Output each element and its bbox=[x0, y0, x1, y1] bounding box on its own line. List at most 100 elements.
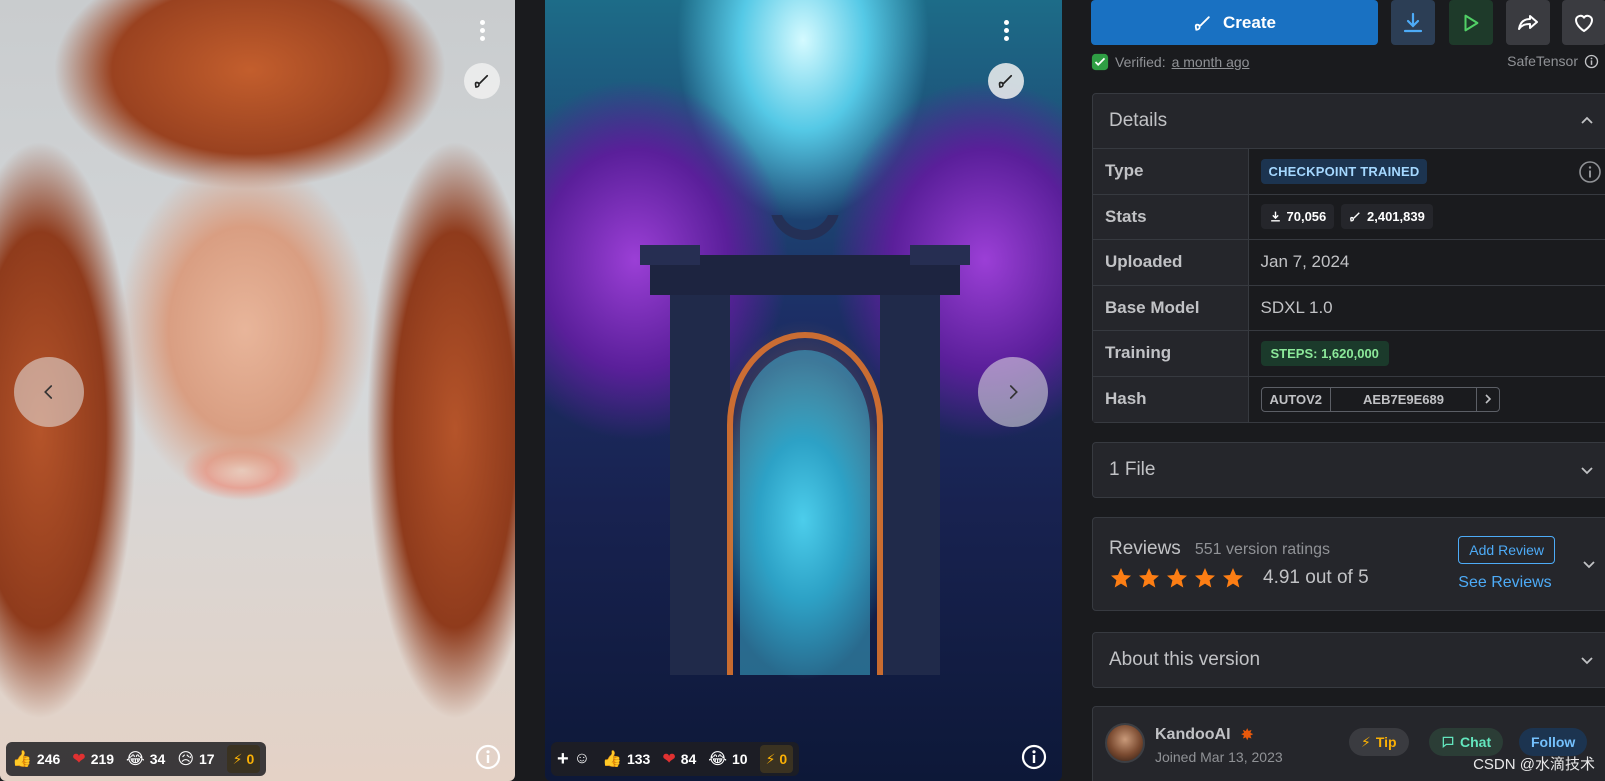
heart-reaction[interactable]: ❤ 219 bbox=[72, 749, 114, 769]
detail-row-hash: Hash AUTOV2 AEB7E9E689 bbox=[1093, 375, 1605, 422]
star-icon bbox=[1195, 568, 1215, 588]
chat-button[interactable]: Chat bbox=[1429, 728, 1504, 756]
like-model-button[interactable] bbox=[1562, 0, 1605, 45]
previous-image-button[interactable] bbox=[14, 357, 84, 427]
hash-value[interactable]: AEB7E9E689 bbox=[1331, 387, 1477, 411]
star-icon bbox=[1223, 568, 1243, 588]
generations-stat: 2,401,839 bbox=[1341, 204, 1433, 230]
creator-badge-icon: ✸ bbox=[1240, 727, 1254, 744]
avatar[interactable] bbox=[1105, 723, 1145, 763]
chevron-down-icon[interactable] bbox=[1579, 652, 1595, 668]
reviews-summary: Reviews 551 version ratings 4.91 out of 5 bbox=[1109, 538, 1369, 590]
create-button-label: Create bbox=[1223, 12, 1276, 32]
files-header[interactable]: 1 File bbox=[1093, 443, 1605, 497]
heart-icon: ❤ bbox=[662, 751, 676, 768]
chevron-down-icon[interactable] bbox=[1579, 462, 1595, 478]
details-header[interactable]: Details bbox=[1093, 94, 1605, 148]
next-image-button[interactable] bbox=[978, 357, 1048, 427]
thumbs-up-icon: 👍 bbox=[12, 751, 32, 768]
detail-value: CHECKPOINT TRAINED bbox=[1248, 148, 1605, 194]
remix-brush-icon[interactable] bbox=[464, 63, 500, 99]
sad-reaction[interactable]: 😥 17 bbox=[177, 749, 214, 769]
follow-label: Follow bbox=[1531, 734, 1576, 750]
training-steps-badge: STEPS: 1,620,000 bbox=[1260, 341, 1389, 367]
detail-row-training: Training STEPS: 1,620,000 bbox=[1093, 330, 1605, 376]
laugh-reaction[interactable]: 😂 34 bbox=[126, 749, 165, 769]
verified-date-link[interactable]: a month ago bbox=[1172, 54, 1250, 70]
creator-name-row: KandooAI ✸ bbox=[1155, 725, 1254, 745]
detail-key: Training bbox=[1093, 330, 1249, 376]
more-options-icon[interactable] bbox=[470, 12, 494, 48]
heart-count: 84 bbox=[680, 751, 697, 767]
run-button[interactable] bbox=[1449, 0, 1493, 45]
laugh-reaction[interactable]: 😂 10 bbox=[708, 749, 747, 769]
like-reaction[interactable]: 👍 133 bbox=[602, 749, 650, 769]
hash-type-toggle[interactable]: AUTOV2 bbox=[1262, 387, 1331, 411]
detail-key: Uploaded bbox=[1093, 239, 1249, 285]
laugh-count: 34 bbox=[149, 751, 166, 767]
verified-shield-icon bbox=[1091, 53, 1109, 71]
sad-icon: 😥 bbox=[177, 751, 195, 768]
image-info-icon[interactable] bbox=[474, 743, 502, 771]
buzz-count: 0 bbox=[246, 751, 255, 767]
follow-button[interactable]: Follow bbox=[1519, 728, 1588, 756]
laugh-count: 10 bbox=[732, 751, 748, 767]
see-reviews-link[interactable]: See Reviews bbox=[1458, 574, 1555, 592]
tip-label: Tip bbox=[1375, 734, 1397, 750]
download-button[interactable] bbox=[1391, 0, 1435, 45]
info-icon[interactable] bbox=[1579, 161, 1601, 183]
detail-key: Stats bbox=[1093, 193, 1249, 240]
info-icon[interactable] bbox=[1584, 54, 1599, 69]
bolt-icon: ⚡ bbox=[232, 750, 243, 767]
brush-icon bbox=[1350, 212, 1360, 222]
heart-icon: ❤ bbox=[72, 751, 86, 768]
detail-value: AUTOV2 AEB7E9E689 bbox=[1248, 375, 1605, 422]
add-reaction-button[interactable]: + ☺ bbox=[557, 748, 590, 771]
star-icon bbox=[1167, 568, 1187, 588]
detail-row-stats: Stats 70,056 2,401,839 bbox=[1093, 193, 1605, 240]
download-icon bbox=[1270, 211, 1280, 222]
files-title: 1 File bbox=[1109, 459, 1156, 480]
tip-button[interactable]: ⚡ Tip bbox=[1349, 728, 1409, 756]
creator-name[interactable]: KandooAI bbox=[1155, 726, 1231, 744]
details-title: Details bbox=[1109, 110, 1168, 131]
about-header[interactable]: About this version bbox=[1093, 633, 1605, 687]
reviews-links: Add Review See Reviews bbox=[1458, 536, 1555, 592]
share-button[interactable] bbox=[1506, 0, 1550, 45]
gallery-image-card-1[interactable]: 👍 246 ❤ 219 😂 34 😥 17 ⚡ 0 bbox=[0, 0, 515, 781]
model-page: 👍 246 ❤ 219 😂 34 😥 17 ⚡ 0 + ☺ 👍 133 ❤ 84… bbox=[0, 0, 1605, 781]
about-section[interactable]: About this version bbox=[1092, 632, 1605, 688]
watermark-text: CSDN @水滴技术 bbox=[1473, 756, 1595, 773]
like-count: 133 bbox=[626, 751, 651, 767]
like-reaction[interactable]: 👍 246 bbox=[12, 749, 60, 769]
buzz-tip-button[interactable]: ⚡ 0 bbox=[759, 745, 794, 773]
heart-count: 219 bbox=[90, 751, 115, 767]
files-section[interactable]: 1 File bbox=[1092, 442, 1605, 498]
verified-label: Verified: bbox=[1115, 54, 1166, 70]
detail-row-type: Type CHECKPOINT TRAINED bbox=[1093, 148, 1605, 194]
image-info-icon[interactable] bbox=[1020, 743, 1048, 771]
gallery-image-card-2[interactable]: + ☺ 👍 133 ❤ 84 😂 10 ⚡ 0 bbox=[545, 0, 1062, 781]
hash-next-button[interactable] bbox=[1477, 388, 1499, 411]
detail-key: Type bbox=[1093, 148, 1249, 194]
plus-icon: + bbox=[557, 747, 569, 770]
create-button[interactable]: Create bbox=[1091, 0, 1378, 45]
buzz-tip-button[interactable]: ⚡ 0 bbox=[226, 745, 261, 773]
heart-outline-icon bbox=[1574, 14, 1594, 32]
remix-brush-icon[interactable] bbox=[988, 63, 1024, 99]
gate-artwork bbox=[640, 215, 970, 675]
more-options-icon[interactable] bbox=[994, 12, 1018, 48]
base-model-value: SDXL 1.0 bbox=[1248, 284, 1605, 331]
uploaded-date: Jan 7, 2024 bbox=[1248, 239, 1605, 285]
chevron-up-icon[interactable] bbox=[1579, 113, 1595, 129]
add-review-button[interactable]: Add Review bbox=[1458, 536, 1555, 564]
thumbs-up-icon: 👍 bbox=[602, 751, 622, 768]
heart-reaction[interactable]: ❤ 84 bbox=[662, 749, 696, 769]
model-type-badge: CHECKPOINT TRAINED bbox=[1260, 159, 1428, 185]
bolt-icon: ⚡ bbox=[765, 750, 776, 767]
sad-count: 17 bbox=[199, 751, 215, 767]
file-format-label: SafeTensor bbox=[1507, 53, 1578, 69]
star-icon bbox=[1111, 568, 1131, 588]
chevron-down-icon[interactable] bbox=[1581, 556, 1597, 572]
like-count: 246 bbox=[36, 751, 61, 767]
